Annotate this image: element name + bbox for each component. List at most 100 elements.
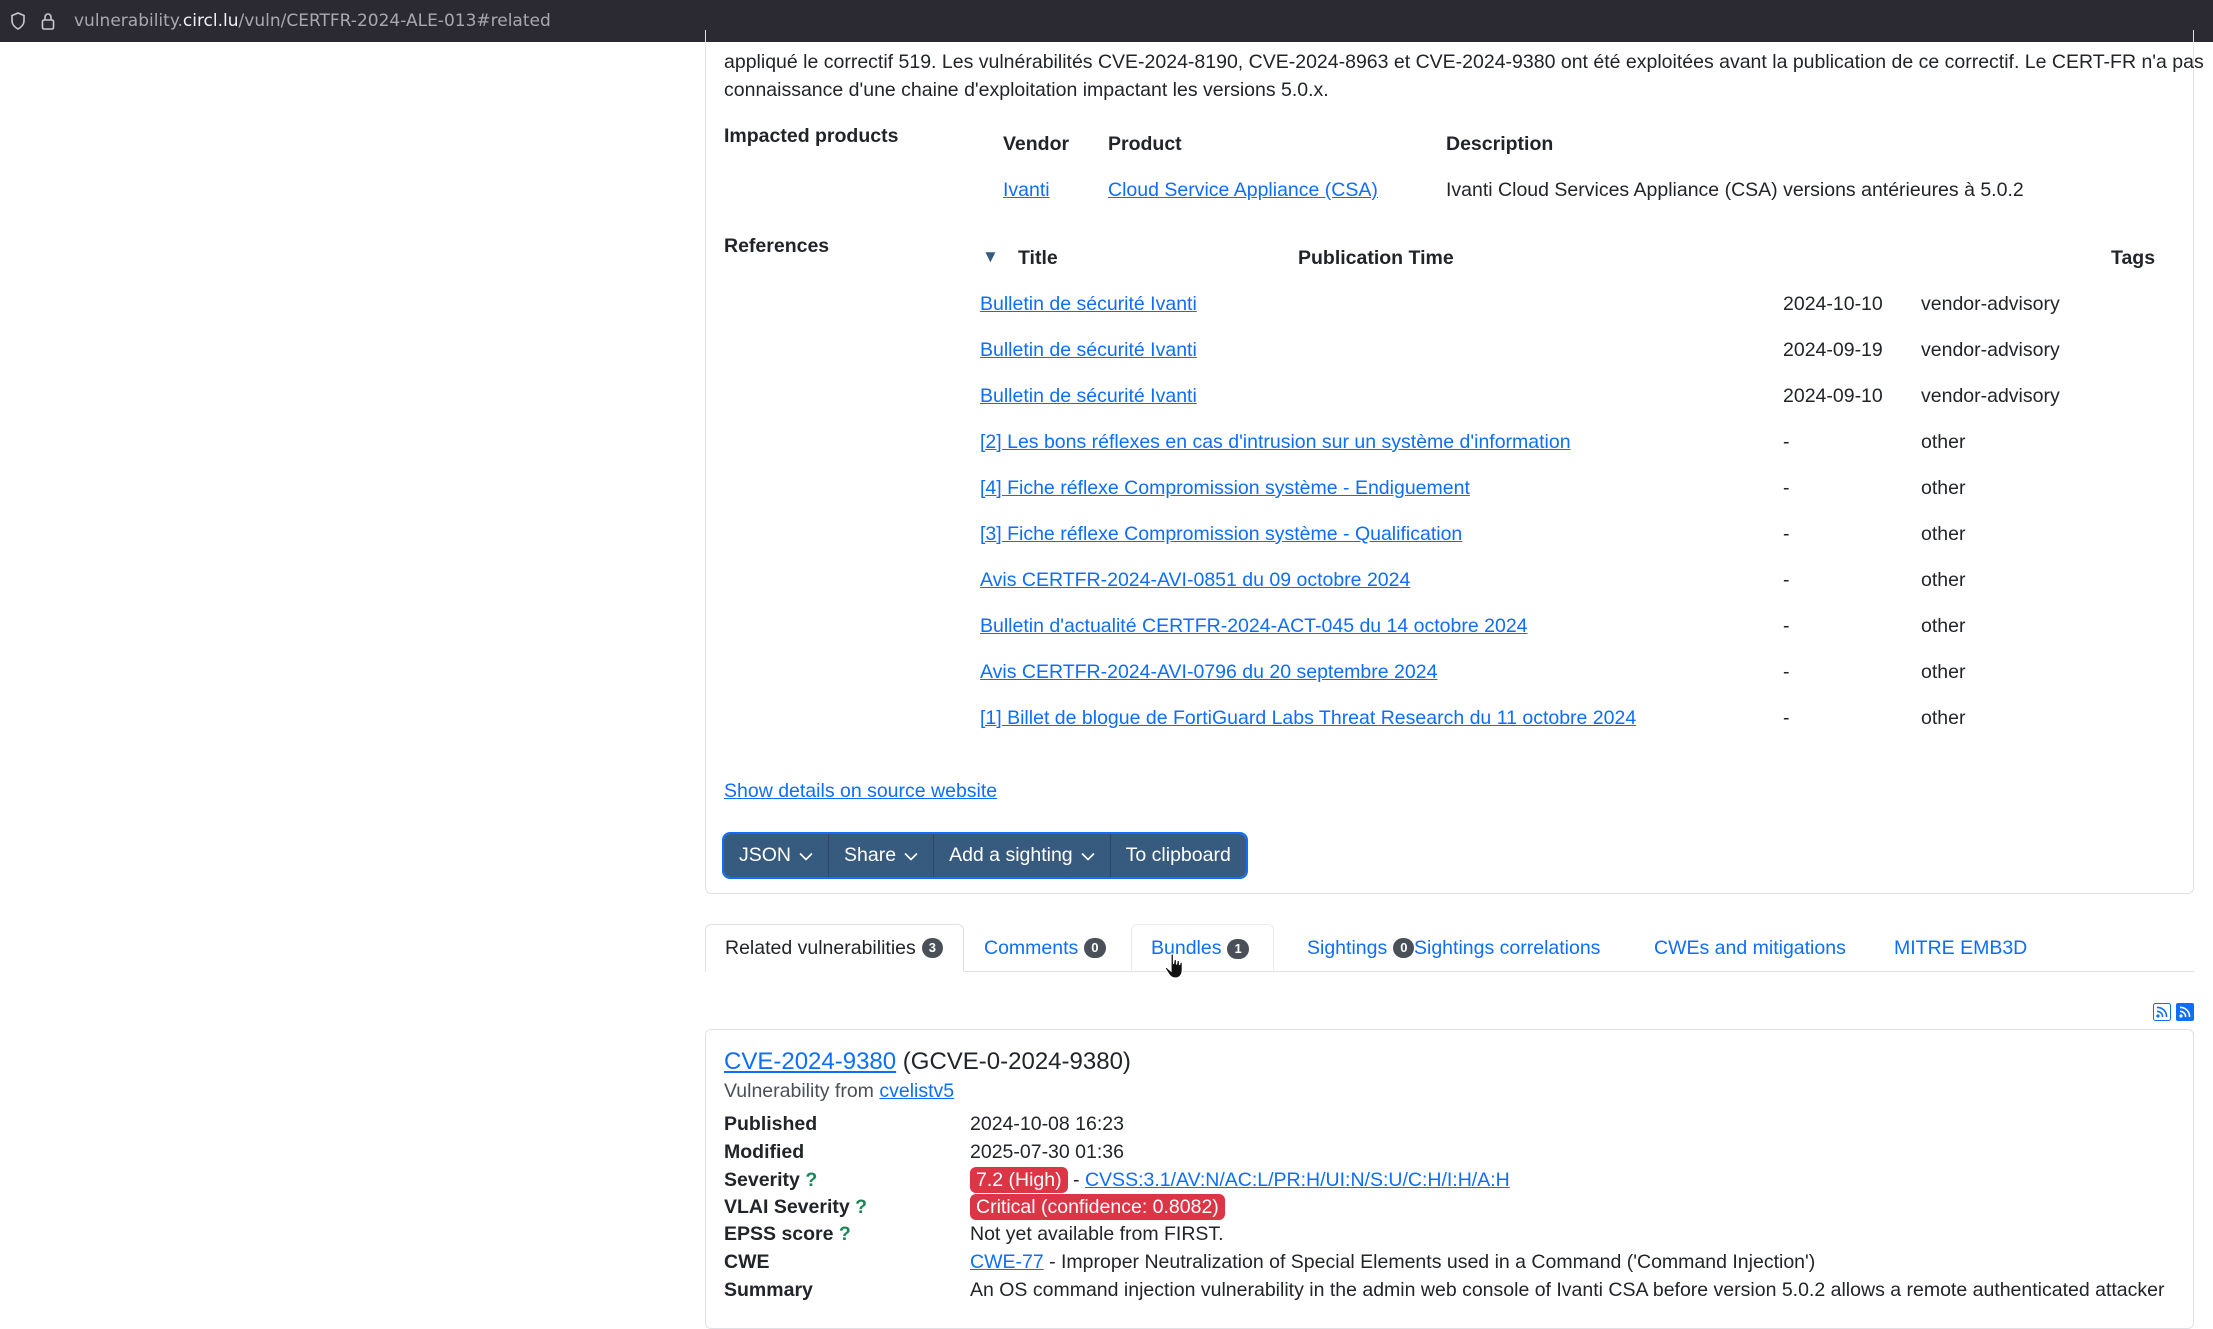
reference-link[interactable]: Avis CERTFR-2024-AVI-0851 du 09 octobre … <box>980 569 1410 592</box>
severity-label-row: Severity ? <box>724 1166 817 1194</box>
chevron-down-icon <box>904 844 918 867</box>
source-label: Vulnerability from <box>724 1080 874 1102</box>
json-dropdown-button[interactable]: JSON <box>724 834 830 877</box>
reference-link[interactable]: Bulletin d'actualité CERTFR-2024-ACT-045… <box>980 615 1528 638</box>
vendor-link[interactable]: Ivanti <box>1003 179 1050 202</box>
cwe-label: CWE <box>724 1251 770 1273</box>
sort-toggle-icon[interactable]: ▼ <box>982 247 999 267</box>
reference-link[interactable]: Bulletin de sécurité Ivanti <box>980 293 1197 316</box>
add-sighting-dropdown-button[interactable]: Add a sighting <box>934 834 1111 877</box>
description-line-2: connaissance d'une chaine d'exploitation… <box>724 79 1329 101</box>
tab-cwes-and-mitigations[interactable]: CWEs and mitigations <box>1635 924 1865 972</box>
summary-label: Summary <box>724 1279 813 1301</box>
published-value: 2024-10-08 16:23 <box>970 1113 1124 1135</box>
tab-label: Bundles <box>1151 937 1222 959</box>
count-badge: 1 <box>1227 938 1249 959</box>
references-label: References <box>724 235 830 257</box>
tab-mitre-emb3d[interactable]: MITRE EMB3D <box>1875 924 2046 972</box>
vendor-header: Vendor <box>1003 133 1070 155</box>
reference-date: 2024-09-19 <box>1783 339 1883 361</box>
severity-value-row: 7.2 (High) - CVSS:3.1/AV:N/AC:L/PR:H/UI:… <box>970 1166 1510 1194</box>
tab-label: Sightings correlations <box>1414 936 1601 959</box>
reference-tag: other <box>1921 523 1966 545</box>
cwe-link[interactable]: CWE-77 <box>970 1251 1044 1273</box>
description-header: Description <box>1446 133 1554 155</box>
advisory-card <box>705 30 2194 894</box>
vlai-value-row: Critical (confidence: 0.8082) <box>970 1193 1225 1221</box>
reference-tag: vendor-advisory <box>1921 385 2060 407</box>
vlai-badge: Critical (confidence: 0.8082) <box>970 1194 1225 1220</box>
reference-link[interactable]: Bulletin de sécurité Ivanti <box>980 339 1197 362</box>
reference-tag: other <box>1921 615 1966 637</box>
action-button-group: JSON Share Add a sighting To clipboard <box>722 832 1248 879</box>
help-icon[interactable]: ? <box>855 1196 867 1218</box>
summary-text: An OS command injection vulnerability in… <box>970 1279 2165 1301</box>
reference-link[interactable]: Bulletin de sécurité Ivanti <box>980 385 1197 408</box>
share-label: Share <box>844 844 897 866</box>
epss-value: Not yet available from FIRST. <box>970 1223 1224 1245</box>
help-icon[interactable]: ? <box>805 1169 817 1191</box>
reference-tag: other <box>1921 569 1966 591</box>
separator: - <box>1067 1169 1085 1191</box>
help-icon[interactable]: ? <box>839 1223 851 1245</box>
cwe-description: - Improper Neutralization of Special Ele… <box>1043 1251 1816 1273</box>
cvss-vector-link[interactable]: CVSS:3.1/AV:N/AC:L/PR:H/UI:N/S:U/C:H/I:H… <box>1085 1169 1510 1191</box>
url-text[interactable]: vulnerability.circl.lu/vuln/CERTFR-2024-… <box>74 11 551 31</box>
reference-tag: other <box>1921 431 1966 453</box>
reference-date: - <box>1783 615 1790 637</box>
reference-link[interactable]: [2] Les bons réflexes en cas d'intrusion… <box>980 431 1571 454</box>
rss-icon[interactable] <box>2176 1003 2194 1026</box>
tab-label: Comments <box>984 936 1079 959</box>
clipboard-label: To clipboard <box>1125 844 1231 866</box>
reference-date: - <box>1783 431 1790 453</box>
rss-icon[interactable] <box>2153 1003 2171 1026</box>
tab-bundles[interactable]: Bundles 1 <box>1131 924 1274 972</box>
reference-tag: vendor-advisory <box>1921 339 2060 361</box>
reference-tag: other <box>1921 707 1966 729</box>
severity-label: Severity <box>724 1169 800 1191</box>
tab-related-vulnerabilities[interactable]: Related vulnerabilities 3 <box>705 924 964 972</box>
share-dropdown-button[interactable]: Share <box>829 834 935 877</box>
modified-value: 2025-07-30 01:36 <box>970 1141 1124 1163</box>
count-badge: 0 <box>1084 938 1106 958</box>
title-header[interactable]: Title <box>1018 247 1058 270</box>
reference-tag: other <box>1921 477 1966 499</box>
show-details-link[interactable]: Show details on source website <box>724 780 997 803</box>
reference-link[interactable]: [3] Fiche réflexe Compromission système … <box>980 523 1462 546</box>
shield-icon[interactable] <box>8 11 28 31</box>
count-badge: 3 <box>921 938 944 958</box>
published-label: Published <box>724 1113 818 1135</box>
tab-comments[interactable]: Comments 0 <box>965 924 1125 972</box>
reference-date: - <box>1783 523 1790 545</box>
severity-badge: 7.2 (High) <box>970 1167 1068 1193</box>
vlai-label: VLAI Severity <box>724 1196 850 1218</box>
reference-date: - <box>1783 661 1790 683</box>
add-sighting-label: Add a sighting <box>949 844 1073 866</box>
publication-time-header[interactable]: Publication Time <box>1298 247 1454 270</box>
vuln-id-link[interactable]: CVE-2024-9380 <box>724 1048 896 1075</box>
tab-sightings-correlations[interactable]: Sightings correlations <box>1395 924 1619 972</box>
impacted-products-label: Impacted products <box>724 125 899 147</box>
source-link[interactable]: cvelistv5 <box>879 1080 954 1102</box>
tab-label: Sightings <box>1307 936 1388 959</box>
modified-label: Modified <box>724 1141 805 1163</box>
reference-tag: vendor-advisory <box>1921 293 2060 315</box>
reference-date: 2024-10-10 <box>1783 293 1883 315</box>
reference-tag: other <box>1921 661 1966 683</box>
product-link[interactable]: Cloud Service Appliance (CSA) <box>1108 179 1378 202</box>
reference-link[interactable]: [1] Billet de blogue de FortiGuard Labs … <box>980 707 1636 730</box>
tab-label: Related vulnerabilities <box>725 936 916 959</box>
tags-header[interactable]: Tags <box>2111 247 2155 270</box>
product-header: Product <box>1108 133 1182 155</box>
reference-date: - <box>1783 477 1790 499</box>
reference-date: - <box>1783 707 1790 729</box>
reference-link[interactable]: Avis CERTFR-2024-AVI-0796 du 20 septembr… <box>980 661 1437 684</box>
vuln-source-line: Vulnerability from cvelistv5 <box>724 1077 954 1105</box>
chevron-down-icon <box>799 844 813 867</box>
to-clipboard-button[interactable]: To clipboard <box>1111 834 1246 877</box>
lock-icon[interactable] <box>38 11 58 31</box>
reference-link[interactable]: [4] Fiche réflexe Compromission système … <box>980 477 1470 500</box>
product-description: Ivanti Cloud Services Appliance (CSA) ve… <box>1446 179 2024 201</box>
reference-date: - <box>1783 569 1790 591</box>
mouse-pointer-icon <box>1164 952 1186 985</box>
